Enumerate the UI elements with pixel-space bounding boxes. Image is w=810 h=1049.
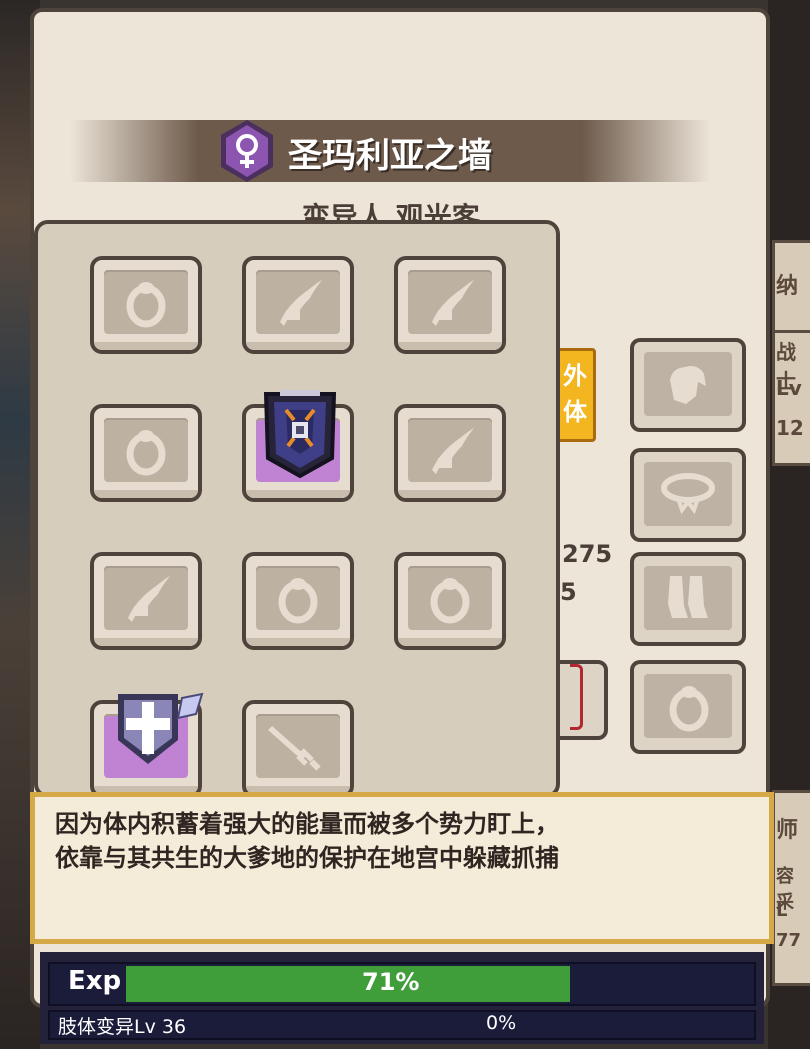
boots-slot[interactable]	[630, 552, 746, 646]
equipment-slot[interactable]	[90, 256, 202, 354]
background-text: Lv	[776, 376, 802, 400]
boots-icon	[668, 576, 708, 618]
mutation-percent: 0%	[486, 1012, 517, 1034]
equipment-slot[interactable]	[90, 552, 202, 650]
equipment-slot[interactable]	[394, 404, 506, 502]
mutation-tag-label: 外体	[563, 362, 587, 426]
dark-shield-icon[interactable]	[260, 386, 340, 480]
necklace-icon	[661, 473, 715, 515]
ring-icon	[430, 578, 470, 624]
background-text: L	[776, 900, 788, 921]
description-line: 依靠与其共生的大爹地的保护在地宫中躲藏抓捕	[55, 844, 559, 872]
equipment-slot[interactable]	[394, 552, 506, 650]
glove-slot[interactable]	[630, 338, 746, 432]
description-line: 因为体内积蓄着强大的能量而被多个势力盯上，	[55, 810, 559, 838]
dagger-icon	[268, 726, 321, 771]
equipment-slot[interactable]	[242, 700, 354, 794]
female-symbol-icon	[221, 120, 273, 182]
description-box: 因为体内积蓄着强大的能量而被多个势力盯上， 依靠与其共生的大爹地的保护在地宫中躲…	[30, 792, 774, 944]
glove-icon	[670, 366, 706, 404]
ring-slot[interactable]	[630, 660, 746, 754]
ring-icon	[278, 578, 318, 624]
stat-value: 275	[562, 540, 613, 568]
equipped-item-edge	[570, 664, 583, 730]
feather-weapon-icon	[128, 576, 170, 622]
stat-value: 5	[560, 578, 577, 606]
feather-weapon-icon	[432, 428, 474, 474]
equipment-slot[interactable]	[394, 256, 506, 354]
ring-icon	[669, 686, 709, 732]
background-text: 12	[776, 416, 804, 440]
cross-shield-icon[interactable]	[112, 688, 208, 772]
exp-label: Exp	[68, 966, 122, 996]
background-text: 纳	[776, 274, 799, 299]
mutation-level-label: 肢体变异Lv 36	[58, 1016, 187, 1038]
hero-name: 圣玛利亚之墙	[288, 136, 492, 176]
ring-icon	[126, 282, 166, 328]
background-text: 师	[776, 818, 799, 843]
equipment-slot[interactable]	[242, 552, 354, 650]
background-text: 77	[776, 930, 802, 951]
exp-percent: 71%	[362, 968, 420, 996]
equipment-popup	[34, 220, 560, 798]
feather-weapon-icon	[280, 280, 322, 326]
feather-weapon-icon	[432, 280, 474, 326]
ring-icon	[126, 430, 166, 476]
equipment-slot[interactable]	[90, 404, 202, 502]
equipment-slot[interactable]	[242, 256, 354, 354]
exp-bar-fill	[126, 966, 570, 1002]
necklace-slot[interactable]	[630, 448, 746, 542]
